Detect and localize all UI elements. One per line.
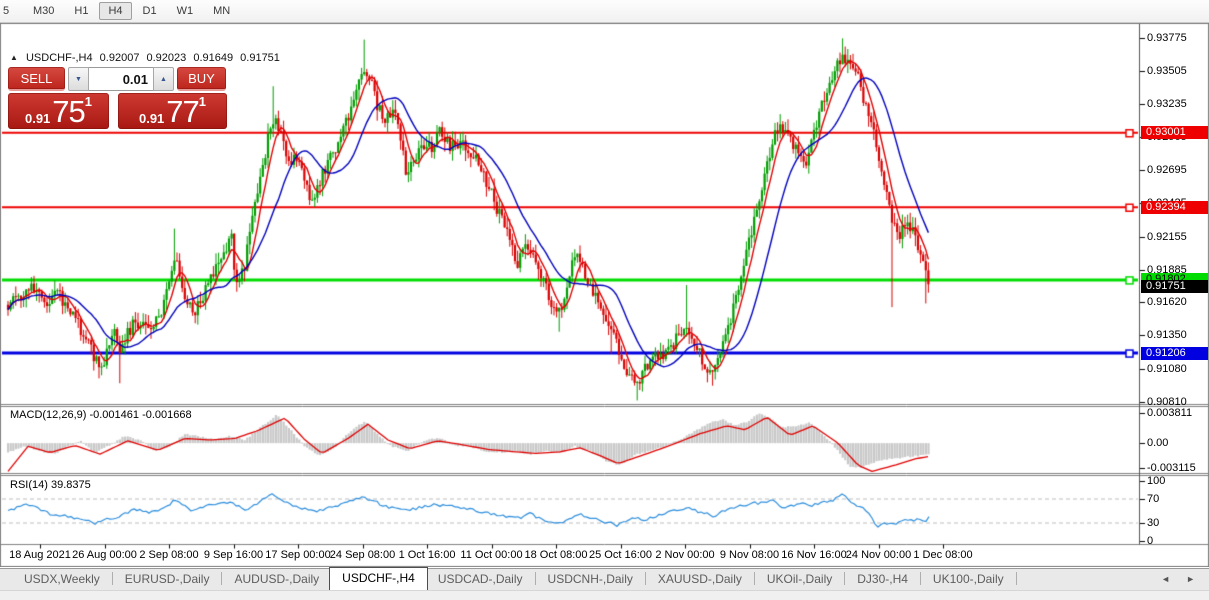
mt4-application: 5 M30 H1 H4 D1 W1 MN ▲ USDCHF-,H4 0.9200… [0,0,1209,600]
macd-label: MACD(12,26,9) -0.001461 -0.001668 [10,409,192,421]
rsi-label: RSI(14) 39.8375 [10,479,91,491]
buy-button[interactable]: BUY [177,67,226,91]
timeframe-toolbar: 5 M30 H1 H4 D1 W1 MN [0,0,1209,23]
tf-button-m15[interactable]: 5 [1,2,22,20]
price-axis-label: 0.92695 [1147,164,1187,176]
price-axis-label: 0.93775 [1147,32,1187,44]
price-axis-label: 0.91620 [1147,296,1187,308]
ohlc-open: 0.92007 [100,52,140,64]
macd-axis-label: 0.00 [1147,437,1168,449]
price-axis-label: 0.93235 [1147,98,1187,110]
time-axis-label: 2 Sep 08:00 [139,549,198,561]
tf-button-m30[interactable]: M30 [24,2,63,20]
tab-separator [112,572,113,585]
time-axis-label: 24 Sep 08:00 [330,549,395,561]
rsi-axis-label: 100 [1147,475,1165,487]
tab-separator [221,572,222,585]
tab-usdcad-daily[interactable]: USDCAD-,Daily [428,569,533,590]
sell-price-big: 75 [52,98,84,126]
price-line-badge: 0.91206 [1141,347,1208,360]
current-price-badge: 0.91751 [1141,280,1208,293]
tab-separator [1016,572,1017,585]
buy-price-small: 0.91 [139,111,164,126]
time-axis-label: 18 Oct 08:00 [525,549,588,561]
tab-separator [535,572,536,585]
tf-button-h1[interactable]: H1 [65,2,97,20]
tab-usdx-weekly[interactable]: USDX,Weekly [14,569,110,590]
price-axis-label: 0.92155 [1147,231,1187,243]
macd-axis-label: -0.003115 [1147,462,1196,474]
volume-input[interactable] [89,67,153,91]
time-axis-label: 1 Dec 08:00 [913,549,972,561]
one-click-trading-panel: SELL ▼ ▲ BUY 0.91 75 1 0.91 77 1 [8,67,227,129]
price-axis-label: 0.91080 [1147,363,1187,375]
rsi-axis-label: 70 [1147,493,1159,505]
chart-header: ▲ USDCHF-,H4 0.92007 0.92023 0.91649 0.9… [10,52,284,64]
status-bar [0,590,1209,600]
tab-ukoil-daily[interactable]: UKOil-,Daily [757,569,842,590]
tab-audusd-daily[interactable]: AUDUSD-,Daily [224,569,329,590]
tab-separator [920,572,921,585]
tab-dj30-h4[interactable]: DJ30-,H4 [847,569,918,590]
buy-price-sup: 1 [199,94,206,109]
chart-title: USDCHF-,H4 [26,52,93,64]
volume-decrease-icon[interactable]: ▼ [68,67,89,91]
ohlc-close: 0.91751 [240,52,280,64]
ohlc-high: 0.92023 [147,52,187,64]
tab-usdcnh-daily[interactable]: USDCNH-,Daily [538,569,643,590]
ohlc-low: 0.91649 [193,52,233,64]
time-axis-label: 17 Sep 00:00 [265,549,330,561]
tab-scroll-controls: ◄ ► [1161,574,1195,584]
tf-button-h4[interactable]: H4 [99,2,131,20]
price-axis-label: 0.93505 [1147,65,1187,77]
time-axis-label: 16 Nov 16:00 [781,549,846,561]
tab-usdchf-h4[interactable]: USDCHF-,H4 [329,567,428,590]
time-axis-label: 9 Nov 08:00 [720,549,779,561]
scroll-left-icon[interactable]: ◄ [1161,574,1170,584]
collapse-panel-icon[interactable]: ▲ [10,53,18,62]
time-axis-label: 18 Aug 2021 [9,549,71,561]
tf-button-d1[interactable]: D1 [134,2,166,20]
price-axis-label: 0.91350 [1147,329,1187,341]
tab-eurusd-daily[interactable]: EURUSD-,Daily [115,569,220,590]
time-axis-label: 1 Oct 16:00 [399,549,456,561]
sell-price-sup: 1 [85,94,92,109]
time-axis-label: 25 Oct 16:00 [589,549,652,561]
tab-uk100-daily[interactable]: UK100-,Daily [923,569,1014,590]
tf-button-mn[interactable]: MN [204,2,239,20]
scroll-right-icon[interactable]: ► [1186,574,1195,584]
price-axis-label: 0.90810 [1147,396,1187,408]
time-axis-label: 11 Oct 00:00 [460,549,522,561]
sell-price-small: 0.91 [25,111,50,126]
sell-button[interactable]: SELL [8,67,65,91]
time-axis-label: 26 Aug 00:00 [72,549,137,561]
tf-button-w1[interactable]: W1 [168,2,203,20]
time-axis-label: 24 Nov 00:00 [846,549,911,561]
price-line-badge: 0.93001 [1141,126,1208,139]
time-axis-label: 2 Nov 00:00 [655,549,714,561]
rsi-axis-label: 30 [1147,517,1159,529]
price-line-badge: 0.92394 [1141,201,1208,214]
buy-price-box[interactable]: 0.91 77 1 [118,93,227,129]
chart-window: ▲ USDCHF-,H4 0.92007 0.92023 0.91649 0.9… [0,23,1209,567]
tab-separator [844,572,845,585]
time-axis-label: 9 Sep 16:00 [204,549,263,561]
volume-increase-icon[interactable]: ▲ [153,67,174,91]
tab-separator [645,572,646,585]
chart-tab-bar: USDX,Weekly EURUSD-,Daily AUDUSD-,Daily … [0,568,1209,590]
tab-xauusd-daily[interactable]: XAUUSD-,Daily [648,569,752,590]
rsi-axis-label: 0 [1147,535,1153,547]
buy-price-big: 77 [166,98,198,126]
sell-price-box[interactable]: 0.91 75 1 [8,93,109,129]
macd-axis-label: 0.003811 [1147,407,1192,419]
tab-separator [754,572,755,585]
